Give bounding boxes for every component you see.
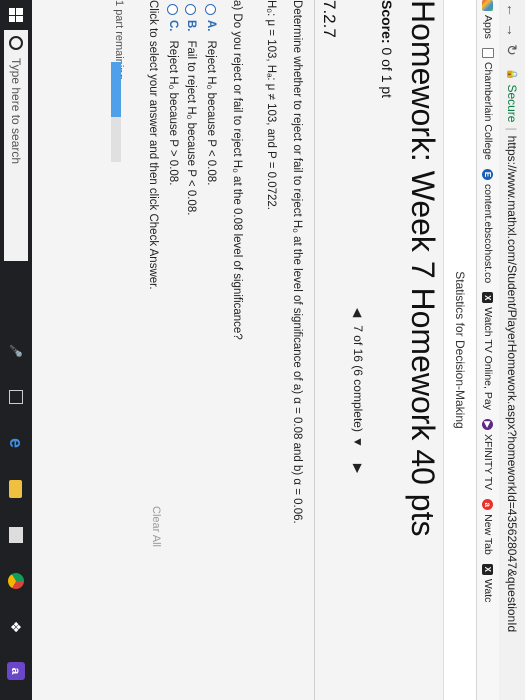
windows-start-icon[interactable] <box>9 8 23 22</box>
a-icon: a <box>482 499 494 511</box>
search-placeholder[interactable]: Type here to search <box>9 58 23 164</box>
bookmark-watch-tv[interactable]: X Watch TV Online, Pay <box>482 292 494 410</box>
homework-title: Homework: Week 7 Homework 40 pts <box>405 0 441 537</box>
hypotheses: H₀: μ = 103, Hₐ: μ ≠ 103, and P = 0.0722… <box>265 0 277 210</box>
reload-icon[interactable]: ↻ <box>504 40 521 60</box>
taskbar-icons: 🎤 e ❖ a <box>6 328 27 692</box>
option-a[interactable]: A. Reject H₀ because P < 0.08. <box>205 4 217 185</box>
bookmarks-bar: Apps Chamberlain College E content.ebsco… <box>476 0 499 700</box>
chrome-icon[interactable] <box>6 570 26 592</box>
x-icon: X <box>482 292 494 304</box>
option-letter: A. <box>205 20 217 32</box>
url-text[interactable]: https://www.mathxl.com/Student/PlayerHom… <box>505 136 519 633</box>
bookmark-new-tab[interactable]: a New Tab <box>482 499 494 555</box>
file-explorer-icon[interactable] <box>6 478 26 500</box>
bookmark-ebsco[interactable]: E content.ebscohost.co <box>482 169 494 283</box>
radio-button[interactable] <box>167 4 179 15</box>
store-icon[interactable] <box>6 524 26 546</box>
forward-arrow-icon[interactable]: → <box>504 20 520 40</box>
option-text: Reject H₀ because P < 0.08. <box>205 40 217 186</box>
option-letter: C. <box>167 20 179 32</box>
lock-icon: 🔒 <box>506 68 518 81</box>
question-navigator: ◀ 7 of 16 (6 complete) ▼ ▶ <box>351 300 365 481</box>
play-icon: ▶ <box>482 418 494 430</box>
dropbox-icon[interactable]: ❖ <box>6 616 26 638</box>
question-prompt: Determine whether to reject or fail to r… <box>291 0 303 524</box>
bookmark-label: XFINITY TV <box>482 433 494 491</box>
microphone-icon[interactable]: 🎤 <box>6 340 26 362</box>
option-text: Fail to reject H₀ because P < 0.08. <box>185 40 197 216</box>
bookmark-label: Watc <box>482 578 494 603</box>
next-question-icon[interactable]: ▶ <box>351 464 365 473</box>
divider <box>314 0 315 700</box>
x-icon: X <box>482 563 494 575</box>
course-title: Statistics for Decision-Making <box>443 0 476 700</box>
cortana-icon <box>9 36 23 50</box>
bookmark-label: New Tab <box>482 514 494 555</box>
dropdown-icon[interactable]: ▼ <box>351 436 365 448</box>
score: Score: 0 of 1 pt <box>379 0 395 98</box>
parts-progress-bar <box>111 62 121 162</box>
bookmark-label: Watch TV Online, Pay <box>482 307 494 410</box>
back-arrow-icon[interactable]: ← <box>504 0 520 20</box>
bookmark-label: Chamberlain College <box>482 61 494 160</box>
bookmark-apps[interactable]: Apps <box>482 0 494 39</box>
bookmark-chamberlain[interactable]: Chamberlain College <box>482 47 494 160</box>
instruction: Click to select your answer and then cli… <box>147 0 159 290</box>
parts-progress-fill <box>111 62 121 117</box>
previous-question-icon[interactable]: ◀ <box>351 308 365 317</box>
document-icon <box>482 47 494 58</box>
bookmark-label: Apps <box>482 15 494 39</box>
question-progress[interactable]: 7 of 16 (6 complete) <box>351 325 365 432</box>
score-value: 0 of 1 pt <box>379 47 395 99</box>
taskbar: Type here to search 🎤 e ❖ a <box>0 0 32 700</box>
url-separator: | <box>505 127 519 131</box>
address-bar: ← → ↻ 🔒 Secure | https://www.mathxl.com/… <box>499 0 525 700</box>
score-label: Score: <box>379 0 395 44</box>
edge-icon[interactable]: e <box>6 432 27 454</box>
option-letter: B. <box>185 20 197 32</box>
bookmark-xfinity[interactable]: ▶ XFINITY TV <box>482 418 494 491</box>
part-a-question: a) Do you reject or fail to reject H₀ at… <box>231 0 243 340</box>
ebsco-icon: E <box>482 169 494 180</box>
parts-remaining-count: 1 <box>113 0 125 7</box>
task-view-icon[interactable] <box>6 386 26 408</box>
radio-button[interactable] <box>185 4 197 15</box>
secure-label: Secure <box>505 84 519 123</box>
apps-icon <box>482 0 494 11</box>
screen: ← → ↻ 🔒 Secure | https://www.mathxl.com/… <box>0 0 525 700</box>
option-text: Reject H₀ because P > 0.08. <box>167 40 179 186</box>
option-c[interactable]: C. Reject H₀ because P > 0.08. <box>167 4 179 185</box>
radio-button[interactable] <box>205 4 217 15</box>
bookmark-watch[interactable]: X Watc <box>482 563 494 603</box>
app-a-icon[interactable]: a <box>7 662 25 680</box>
bookmark-label: content.ebscohost.co <box>482 184 494 284</box>
clear-all-button[interactable]: Clear All <box>150 506 162 547</box>
taskbar-search[interactable]: Type here to search <box>4 30 28 261</box>
question-number: 7.2.7 <box>320 0 339 38</box>
option-b[interactable]: B. Fail to reject H₀ because P < 0.08. <box>185 4 197 215</box>
